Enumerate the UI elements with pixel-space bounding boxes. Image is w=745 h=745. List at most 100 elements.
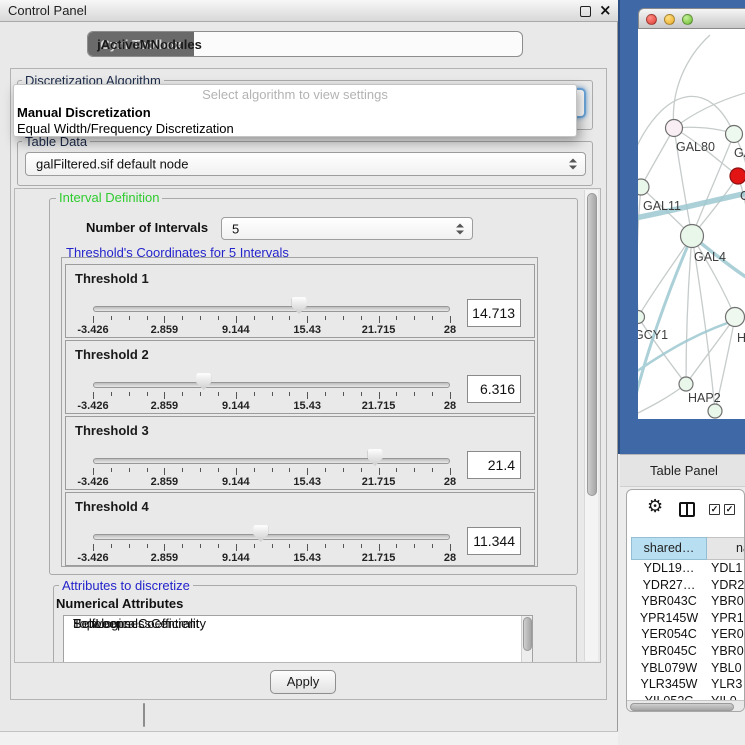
table-data-combobox[interactable]: galFiltered.sif default node [25, 152, 586, 176]
slider-tick [111, 468, 112, 472]
settings-vertical-scrollbar[interactable] [584, 190, 598, 661]
cell-shared-name[interactable]: YDR27… [631, 577, 707, 594]
tab-jactivemnodules[interactable]: jActiveMNodules [88, 32, 211, 56]
node-label-c: C [740, 189, 745, 203]
slider-tick [218, 316, 219, 320]
table-row[interactable]: YBR045CYBR0 [627, 643, 745, 660]
slider-scale-labels: -3.4262.8599.14415.4321.71528 [93, 400, 450, 412]
tab-infer-network[interactable]: Infer Network [144, 704, 145, 726]
cell-name[interactable]: YPR1 [711, 610, 745, 627]
slider-scale-labels: -3.4262.8599.14415.4321.71528 [93, 324, 450, 336]
slider-tick [200, 468, 201, 472]
slider-scale-label: -3.426 [77, 324, 108, 336]
table-row[interactable]: YBL079WYBL0 [627, 660, 745, 677]
threshold-4-slider-track[interactable] [93, 534, 450, 540]
table-data-combobox-value: galFiltered.sif default node [36, 157, 188, 172]
slider-tick [200, 544, 201, 548]
threshold-4-value-field[interactable]: 11.344 [467, 527, 521, 555]
scrollbar-thumb[interactable] [630, 703, 734, 711]
cell-name[interactable]: YBR0 [711, 593, 745, 610]
cell-shared-name[interactable]: YLR345W [631, 676, 707, 693]
slider-tick [111, 392, 112, 396]
slider-scale-label: 21.715 [362, 552, 396, 564]
cell-name[interactable]: YBL0 [711, 660, 745, 677]
dropdown-option-equal-width-frequency[interactable]: Equal Width/Frequency Discretization [17, 121, 234, 136]
cell-name[interactable]: YER0 [711, 626, 745, 643]
table-row[interactable]: YLR345WYLR3 [627, 676, 745, 693]
numerical-attributes-label: Numerical Attributes [56, 596, 183, 611]
number-of-intervals-combobox[interactable]: 5 [221, 217, 473, 240]
cell-shared-name[interactable]: YBR043C [631, 593, 707, 610]
slider-scale-label: 21.715 [362, 324, 396, 336]
checkbox-checked-icon[interactable]: ✓ [709, 504, 720, 515]
checkbox-checked-icon[interactable]: ✓ [724, 504, 735, 515]
cell-name[interactable]: YDL1 [711, 560, 745, 577]
cell-shared-name[interactable]: YBR045C [631, 643, 707, 660]
threshold-2-slider-track[interactable] [93, 382, 450, 388]
scrollbar-thumb[interactable] [523, 617, 532, 651]
cell-shared-name[interactable]: YPR145W [631, 610, 707, 627]
control-panel-window: Control Panel × Network Style [0, 0, 618, 745]
table-row[interactable]: YBR043CYBR0 [627, 593, 745, 610]
threshold-2-label: Threshold 2 [75, 347, 149, 362]
slider-tick [379, 392, 380, 399]
cell-shared-name[interactable]: YER054C [631, 626, 707, 643]
attributes-list-scrollbar[interactable] [521, 616, 533, 662]
number-of-intervals-value: 5 [232, 221, 239, 236]
cell-shared-name[interactable]: YBL079W [631, 660, 707, 677]
mac-minimize-icon[interactable] [664, 14, 675, 25]
interval-definition-title: Interval Definition [56, 191, 162, 205]
table-row[interactable]: YER054CYER0 [627, 626, 745, 643]
threshold-3-value-field[interactable]: 21.4 [467, 451, 521, 479]
column-header-shared-name[interactable]: shared… [631, 537, 707, 560]
combo-spinner-icon [456, 223, 464, 234]
dropdown-option-manual-discretization[interactable]: Manual Discretization [17, 105, 151, 120]
threshold-2-value-field[interactable]: 6.316 [467, 375, 521, 403]
slider-tick [236, 544, 237, 551]
slider-ticks [93, 544, 450, 552]
cell-name[interactable]: YLR3 [711, 676, 745, 693]
numerical-attributes-list[interactable]: SelfLoopsTopologicalCoefficientBetweenne… [63, 615, 533, 663]
slider-scale-label: 9.144 [222, 324, 250, 336]
scrollbar-thumb[interactable] [587, 193, 597, 496]
slider-scale-label: 21.715 [362, 476, 396, 488]
tab-discretize-data[interactable]: Discretize Data [144, 704, 145, 726]
algorithm-dropdown-popup: Select algorithm to view settings Manual… [13, 84, 577, 137]
threshold-1-slider-track[interactable] [93, 306, 450, 312]
slider-scale-label: -3.426 [77, 552, 108, 564]
cell-name[interactable]: YDR2 [711, 577, 745, 594]
slider-tick [218, 544, 219, 548]
cell-shared-name[interactable]: YDL19… [631, 560, 707, 577]
slider-scale-label: 28 [444, 400, 456, 412]
apply-button[interactable]: Apply [270, 670, 336, 694]
table-horizontal-scrollbar[interactable] [627, 700, 745, 712]
slider-tick [379, 544, 380, 551]
split-columns-icon[interactable] [679, 502, 695, 517]
float-window-icon[interactable] [580, 6, 591, 17]
table-row[interactable]: YPR145WYPR1 [627, 610, 745, 627]
table-row[interactable]: YDR27…YDR2 [627, 577, 745, 594]
tab-impute-data[interactable]: Impute Data [144, 704, 145, 726]
slider-scale-label: 9.144 [222, 552, 250, 564]
column-header-name[interactable]: na [707, 537, 745, 560]
threshold-1-value-field[interactable]: 14.713 [467, 299, 521, 327]
number-of-intervals-label: Number of Intervals [86, 220, 208, 235]
slider-tick [200, 316, 201, 320]
dropdown-prompt-item[interactable]: Select algorithm to view settings [14, 87, 576, 102]
slider-tick [111, 316, 112, 320]
cell-name[interactable]: YBR0 [711, 643, 745, 660]
slider-tick [414, 316, 415, 320]
mac-zoom-icon[interactable] [682, 14, 693, 25]
threshold-3-slider-track[interactable] [93, 458, 450, 464]
slider-tick [147, 468, 148, 472]
slider-tick [182, 316, 183, 320]
mac-close-icon[interactable] [646, 14, 657, 25]
slider-tick [414, 468, 415, 472]
node-label-gcy1: GCY1 [638, 328, 668, 342]
table-row[interactable]: YDL19…YDL1 [627, 560, 745, 577]
close-window-icon[interactable]: × [599, 1, 612, 19]
attribute-list-item[interactable]: BetweennessCentrality [64, 616, 206, 632]
slider-tick [147, 544, 148, 548]
gear-icon[interactable]: ⚙ [647, 496, 663, 517]
network-canvas[interactable]: GAL80GACGAL11GAL4GCY1HHAP2 [638, 29, 745, 419]
